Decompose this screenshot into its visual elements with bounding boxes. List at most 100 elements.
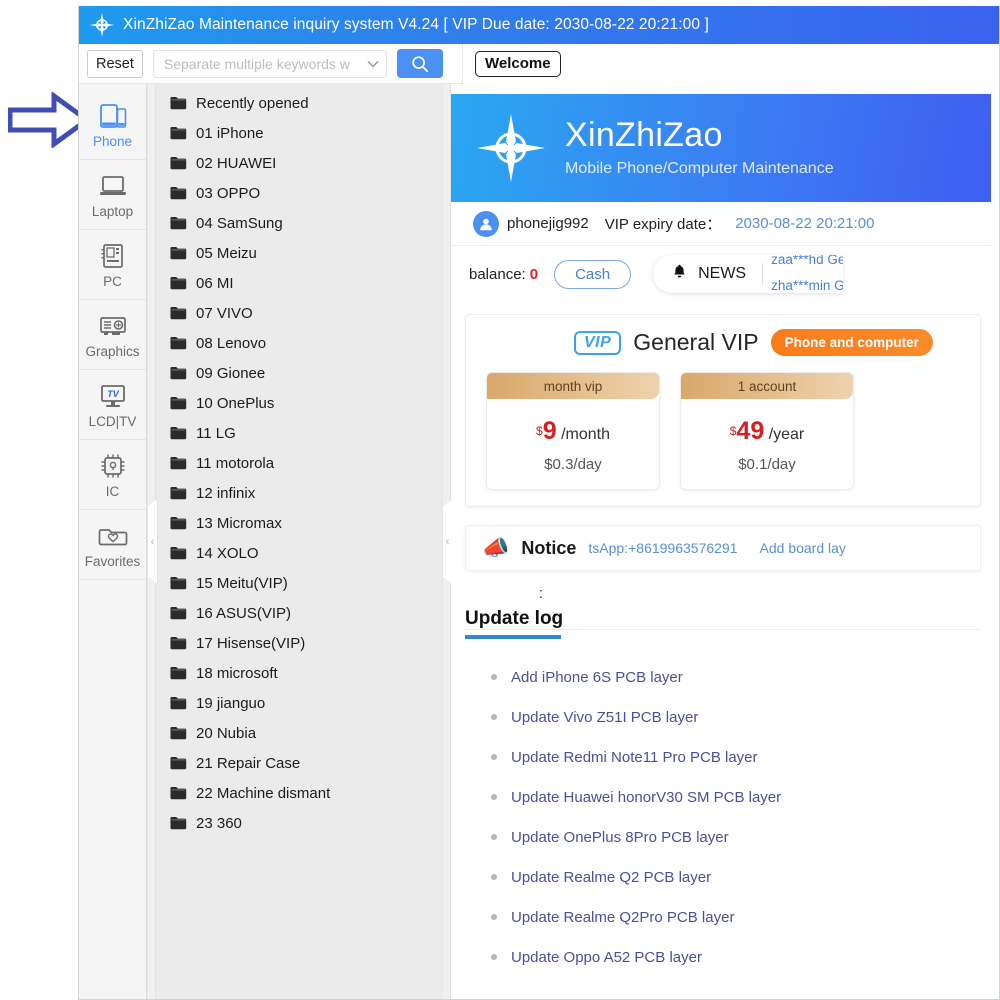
list-item[interactable]: 22 Machine dismant [156, 778, 442, 808]
update-log-link[interactable]: Update Realme Q2 PCB layer [511, 869, 711, 886]
folder-name: 11 LG [196, 424, 236, 442]
list-item[interactable]: 10 OnePlus [156, 388, 442, 418]
brand-name: XinZhiZao [565, 116, 723, 155]
sidebar-item-graphics[interactable]: Graphics [79, 300, 146, 370]
welcome-content: XinZhiZao Mobile Phone/Computer Maintena… [451, 84, 999, 999]
list-item[interactable]: 09 Gionee [156, 358, 442, 388]
list-item[interactable]: 11 LG [156, 418, 442, 448]
list-item[interactable]: 19 jianguo [156, 688, 442, 718]
sidebar-item-lcdtv[interactable]: TV LCD|TV [79, 370, 146, 440]
search-input[interactable]: Separate multiple keywords w [164, 56, 366, 72]
update-log-link[interactable]: Update Huawei honorV30 SM PCB layer [511, 789, 781, 806]
folder-name: 09 Gionee [196, 364, 266, 382]
notice-link-whatsapp[interactable]: tsApp:+8619963576291 [588, 540, 737, 556]
list-item[interactable]: 16 ASUS(VIP) [156, 598, 442, 628]
notice-title: Notice [521, 537, 577, 558]
banner-text: XinZhiZao Mobile Phone/Computer Maintena… [565, 116, 834, 178]
folder-name: 08 Lenovo [196, 334, 267, 352]
list-item[interactable]: Update Huawei honorV30 SM PCB layer [465, 777, 991, 817]
plan-subprice: $0.1/day [738, 456, 796, 473]
vip-expiry-label: VIP expiry date： [604, 216, 722, 233]
plan-body: $9 /month $0.3/day [487, 399, 659, 489]
folder-heart-icon [98, 521, 128, 551]
list-item[interactable]: Update Oppo A52 PCB layer [465, 937, 991, 977]
list-item[interactable]: 04 SamSung [156, 208, 442, 238]
update-log-link[interactable]: Update Realme Q2Pro PCB layer [511, 909, 734, 926]
folder-icon [170, 306, 187, 320]
phone-tablet-icon [98, 101, 128, 131]
folder-icon [170, 786, 187, 800]
list-item[interactable]: Update Vivo Z51I PCB layer [465, 697, 991, 737]
news-item: zaa***hd Get [771, 255, 844, 267]
plan-card[interactable]: 1 account $49 /year $0.1/day [680, 372, 854, 490]
splitter-left[interactable]: ‹ [147, 84, 158, 999]
list-item[interactable]: 05 Meizu [156, 238, 442, 268]
list-item[interactable]: Add iPhone 6S PCB layer [465, 657, 991, 697]
chevron-down-icon[interactable] [366, 57, 380, 71]
vip-scope-pill[interactable]: Phone and computer [770, 329, 933, 356]
plan-card[interactable]: month vip $9 /month $0.3/day [486, 372, 660, 490]
list-item[interactable]: 02 HUAWEI [156, 148, 442, 178]
list-item[interactable]: Update Realme Q2Pro PCB layer [465, 897, 991, 937]
update-log-link[interactable]: Add iPhone 6S PCB layer [511, 669, 683, 686]
vip-title: General VIP [633, 329, 759, 355]
sidebar-item-favorites[interactable]: Favorites [79, 510, 146, 580]
list-item[interactable]: 23 360 [156, 808, 442, 838]
user-name: phonejig992 [507, 215, 589, 232]
list-item[interactable]: 13 Micromax [156, 508, 442, 538]
list-item[interactable]: 08 Lenovo [156, 328, 442, 358]
list-item[interactable]: 01 iPhone [156, 118, 442, 148]
sidebar-item-laptop[interactable]: Laptop [79, 160, 146, 230]
list-item[interactable]: 03 OPPO [156, 178, 442, 208]
notice-link-addboard[interactable]: Add board lay [760, 540, 846, 556]
folder-name: 04 SamSung [196, 214, 283, 232]
list-item[interactable]: 15 Meitu(VIP) [156, 568, 442, 598]
plan-currency: $ [536, 424, 543, 438]
list-item[interactable]: 11 motorola [156, 448, 442, 478]
bullet-icon [491, 954, 497, 960]
folder-name: 16 ASUS(VIP) [196, 604, 292, 622]
list-item[interactable]: 18 microsoft [156, 658, 442, 688]
list-item[interactable]: 14 XOLO [156, 538, 442, 568]
list-item[interactable]: 06 MI [156, 268, 442, 298]
bullet-icon [491, 914, 497, 920]
screen-root: XinZhiZao Maintenance inquiry system V4.… [0, 0, 1000, 1000]
list-item[interactable]: Update OnePlus 8Pro PCB layer [465, 817, 991, 857]
list-item[interactable]: 21 Repair Case [156, 748, 442, 778]
update-log-link[interactable]: Update Redmi Note11 Pro PCB layer [511, 749, 758, 766]
chip-icon [98, 451, 128, 481]
sidebar-item-phone[interactable]: Phone [79, 90, 146, 160]
list-item[interactable]: 20 Nubia [156, 718, 442, 748]
update-log-link[interactable]: Update Oppo A52 PCB layer [511, 949, 702, 966]
balance-bar: balance: 0 Cash NEWS zaa***hd Get zha***… [451, 246, 991, 302]
balance-value: 0 [529, 265, 539, 283]
plan-price: $9 /month [487, 417, 659, 446]
chevron-left-icon[interactable]: ‹ [147, 498, 158, 585]
sidebar-item-pc[interactable]: PC [79, 230, 146, 300]
sidebar-item-label: IC [105, 483, 120, 499]
list-item[interactable]: Update Redmi Note11 Pro PCB layer [465, 737, 991, 777]
bullet-icon [491, 714, 497, 720]
sidebar-item-ic[interactable]: IC [79, 440, 146, 510]
search-button[interactable] [396, 49, 443, 78]
plan-period: /month [561, 426, 610, 443]
cash-button[interactable]: Cash [554, 259, 632, 289]
tab-welcome[interactable]: Welcome [475, 51, 561, 77]
folder-icon [170, 696, 187, 710]
reset-button[interactable]: Reset [87, 49, 143, 78]
folder-name: 13 Micromax [196, 514, 282, 532]
folder-icon [170, 186, 187, 200]
list-item[interactable]: Update Realme Q2 PCB layer [465, 857, 991, 897]
vip-card: VIP General VIP Phone and computer month… [465, 314, 981, 507]
folder-name: 21 Repair Case [196, 754, 301, 772]
splitter-right[interactable]: ‹ [442, 84, 453, 999]
news-ticker[interactable]: NEWS zaa***hd Get zha***min Get [653, 255, 844, 293]
list-item[interactable]: Recently opened [156, 88, 442, 118]
list-item[interactable]: 12 infinix [156, 478, 442, 508]
folder-icon [170, 636, 187, 650]
search-combobox[interactable]: Separate multiple keywords w [152, 49, 387, 78]
update-log-link[interactable]: Update OnePlus 8Pro PCB layer [511, 829, 729, 846]
list-item[interactable]: 17 Hisense(VIP) [156, 628, 442, 658]
update-log-link[interactable]: Update Vivo Z51I PCB layer [511, 709, 698, 726]
list-item[interactable]: 07 VIVO [156, 298, 442, 328]
